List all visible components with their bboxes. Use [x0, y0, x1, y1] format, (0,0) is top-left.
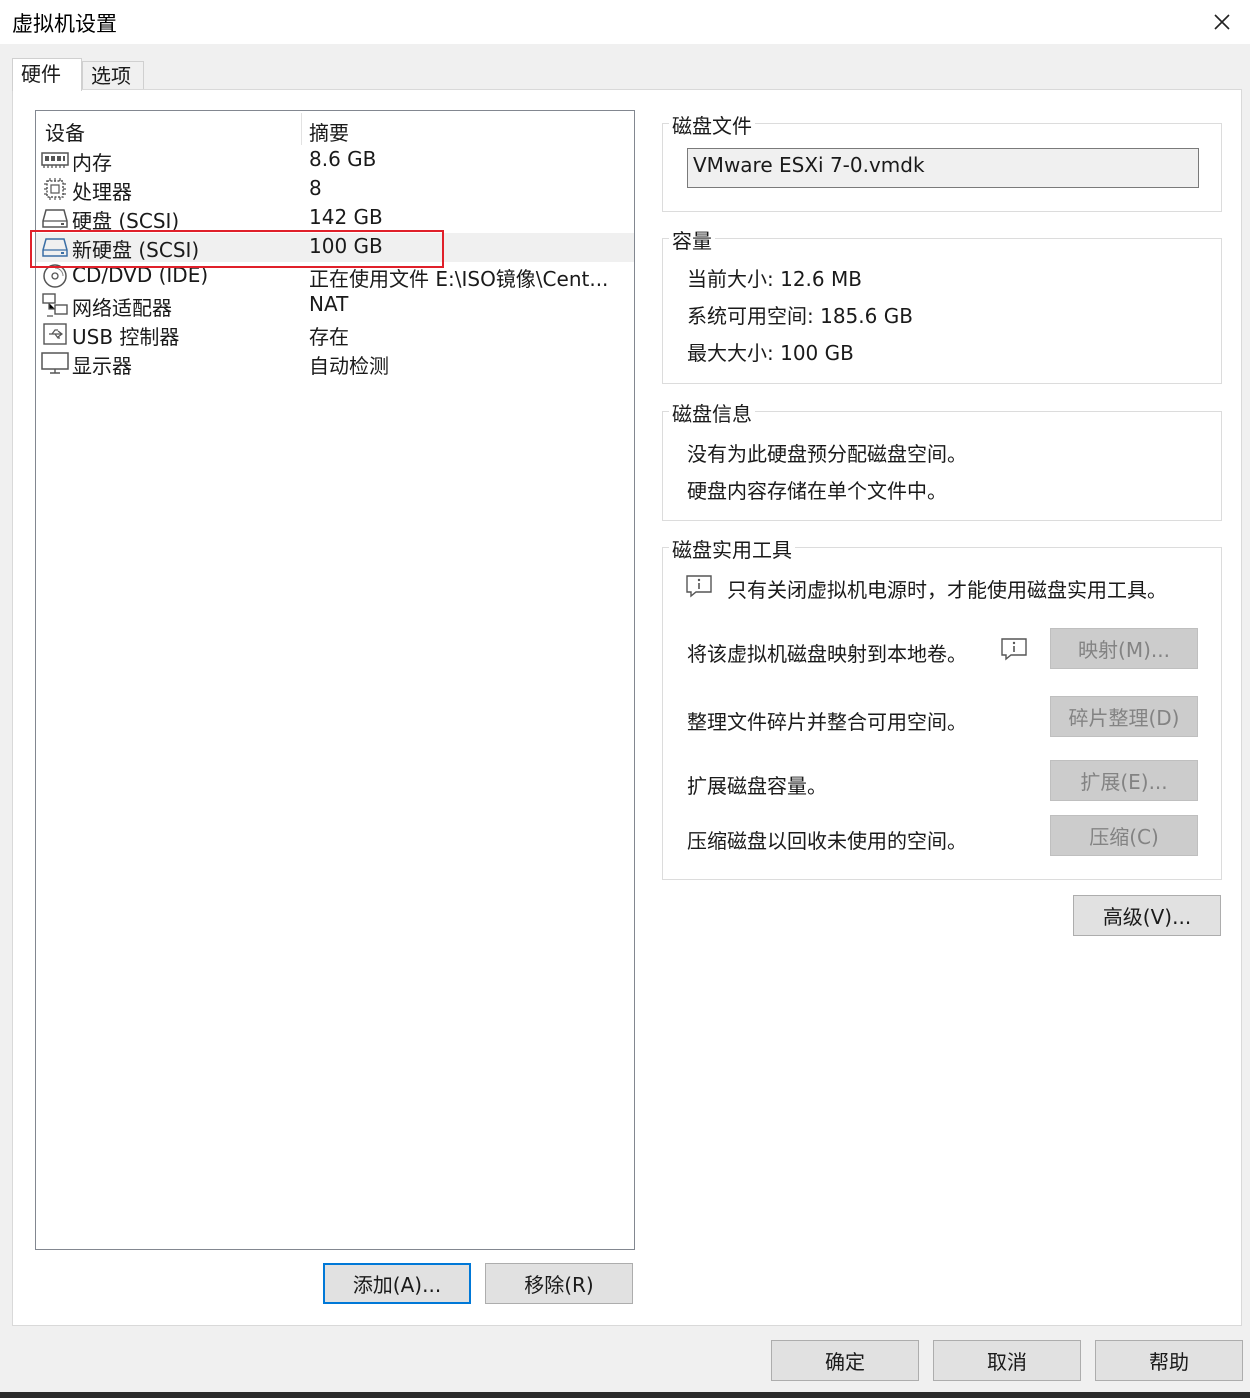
display-icon	[41, 351, 69, 375]
list-header: 设备 摘要	[36, 111, 634, 145]
window-title: 虚拟机设置	[12, 12, 117, 36]
remove-button[interactable]: 移除(R)	[485, 1263, 633, 1304]
map-button[interactable]: 映射(M)...	[1050, 628, 1198, 669]
device-summary: 自动检测	[309, 354, 389, 378]
device-summary: 正在使用文件 E:\ISO镜像\Cent...	[309, 267, 609, 291]
device-summary: 8.6 GB	[309, 147, 377, 171]
help-button[interactable]: 帮助	[1095, 1340, 1243, 1381]
device-name: 新硬盘 (SCSI)	[72, 238, 200, 262]
defrag-button[interactable]: 碎片整理(D)	[1050, 696, 1198, 737]
taskbar-edge	[0, 1392, 1250, 1398]
disk-file-group: 磁盘文件 VMware ESXi 7-0.vmdk	[662, 110, 1222, 212]
usb-icon	[41, 322, 69, 346]
close-icon	[1214, 14, 1230, 30]
title-bar: 虚拟机设置	[0, 0, 1250, 44]
disk-utilities-group: 磁盘实用工具 只有关闭虚拟机电源时，才能使用磁盘实用工具。 将该虚拟机磁盘映射到…	[662, 534, 1222, 880]
capacity-legend: 容量	[669, 225, 715, 254]
device-summary: 8	[309, 176, 322, 200]
device-row-cd-dvd[interactable]: CD/DVD (IDE) 正在使用文件 E:\ISO镜像\Cent...	[36, 262, 634, 291]
expand-button[interactable]: 扩展(E)...	[1050, 760, 1198, 801]
disk-info-line1: 没有为此硬盘预分配磁盘空间。	[687, 442, 967, 466]
device-name: 处理器	[72, 180, 132, 204]
current-size-text: 当前大小: 12.6 MB	[687, 267, 862, 291]
header-summary[interactable]: 摘要	[309, 117, 349, 146]
device-summary: 100 GB	[309, 234, 383, 258]
header-device[interactable]: 设备	[45, 117, 85, 146]
device-row-network-adapter[interactable]: 网络适配器 NAT	[36, 291, 634, 320]
harddisk-icon	[41, 206, 69, 230]
device-name: CD/DVD (IDE)	[72, 263, 209, 287]
add-button[interactable]: 添加(A)...	[323, 1263, 471, 1304]
device-row-harddisk[interactable]: 硬盘 (SCSI) 142 GB	[36, 204, 634, 233]
device-name: 硬盘 (SCSI)	[72, 209, 180, 233]
free-space-text: 系统可用空间: 185.6 GB	[687, 304, 913, 328]
device-summary: 142 GB	[309, 205, 383, 229]
cancel-button[interactable]: 取消	[933, 1340, 1081, 1381]
disk-info-group: 磁盘信息 没有为此硬盘预分配磁盘空间。 硬盘内容存储在单个文件中。	[662, 398, 1222, 521]
info-icon	[1001, 638, 1027, 661]
device-row-processor[interactable]: 处理器 8	[36, 175, 634, 204]
device-name: USB 控制器	[72, 325, 180, 349]
device-name: 显示器	[72, 354, 132, 378]
map-description: 将该虚拟机磁盘映射到本地卷。	[687, 642, 967, 666]
tab-hardware[interactable]: 硬件	[12, 58, 82, 91]
tab-options[interactable]: 选项	[82, 61, 144, 90]
tab-panel: 设备 摘要 内存 8.6 GB 处理器 8 硬盘 (SCSI) 142 GB 新…	[12, 89, 1242, 1326]
disk-utilities-legend: 磁盘实用工具	[669, 534, 795, 563]
compact-description: 压缩磁盘以回收未使用的空间。	[687, 829, 967, 853]
ok-button[interactable]: 确定	[771, 1340, 919, 1381]
memory-icon	[41, 148, 69, 172]
max-size-text: 最大大小: 100 GB	[687, 341, 854, 365]
network-adapter-icon	[41, 293, 69, 317]
device-name: 内存	[72, 151, 112, 175]
info-icon	[686, 575, 712, 598]
utilities-notice: 只有关闭虚拟机电源时，才能使用磁盘实用工具。	[727, 578, 1167, 602]
device-row-display[interactable]: 显示器 自动检测	[36, 349, 634, 378]
compact-button[interactable]: 压缩(C)	[1050, 815, 1198, 856]
device-summary: 存在	[309, 325, 349, 349]
disk-file-legend: 磁盘文件	[669, 110, 755, 139]
disk-info-legend: 磁盘信息	[669, 398, 755, 427]
advanced-button[interactable]: 高级(V)...	[1073, 895, 1221, 936]
defrag-description: 整理文件碎片并整合可用空间。	[687, 710, 967, 734]
device-name: 网络适配器	[72, 296, 172, 320]
device-list[interactable]: 设备 摘要 内存 8.6 GB 处理器 8 硬盘 (SCSI) 142 GB 新…	[35, 110, 635, 1250]
cd-dvd-icon	[41, 264, 69, 288]
expand-description: 扩展磁盘容量。	[687, 774, 827, 798]
disk-file-field[interactable]: VMware ESXi 7-0.vmdk	[687, 148, 1199, 188]
device-row-memory[interactable]: 内存 8.6 GB	[36, 146, 634, 175]
device-row-new-harddisk[interactable]: 新硬盘 (SCSI) 100 GB	[36, 233, 634, 262]
capacity-group: 容量 当前大小: 12.6 MB 系统可用空间: 185.6 GB 最大大小: …	[662, 225, 1222, 384]
device-row-usb-controller[interactable]: USB 控制器 存在	[36, 320, 634, 349]
harddisk-icon	[41, 235, 69, 259]
processor-icon	[41, 177, 69, 201]
device-summary: NAT	[309, 292, 349, 316]
disk-info-line2: 硬盘内容存储在单个文件中。	[687, 479, 947, 503]
close-button[interactable]	[1194, 0, 1250, 44]
header-divider[interactable]	[301, 113, 302, 145]
